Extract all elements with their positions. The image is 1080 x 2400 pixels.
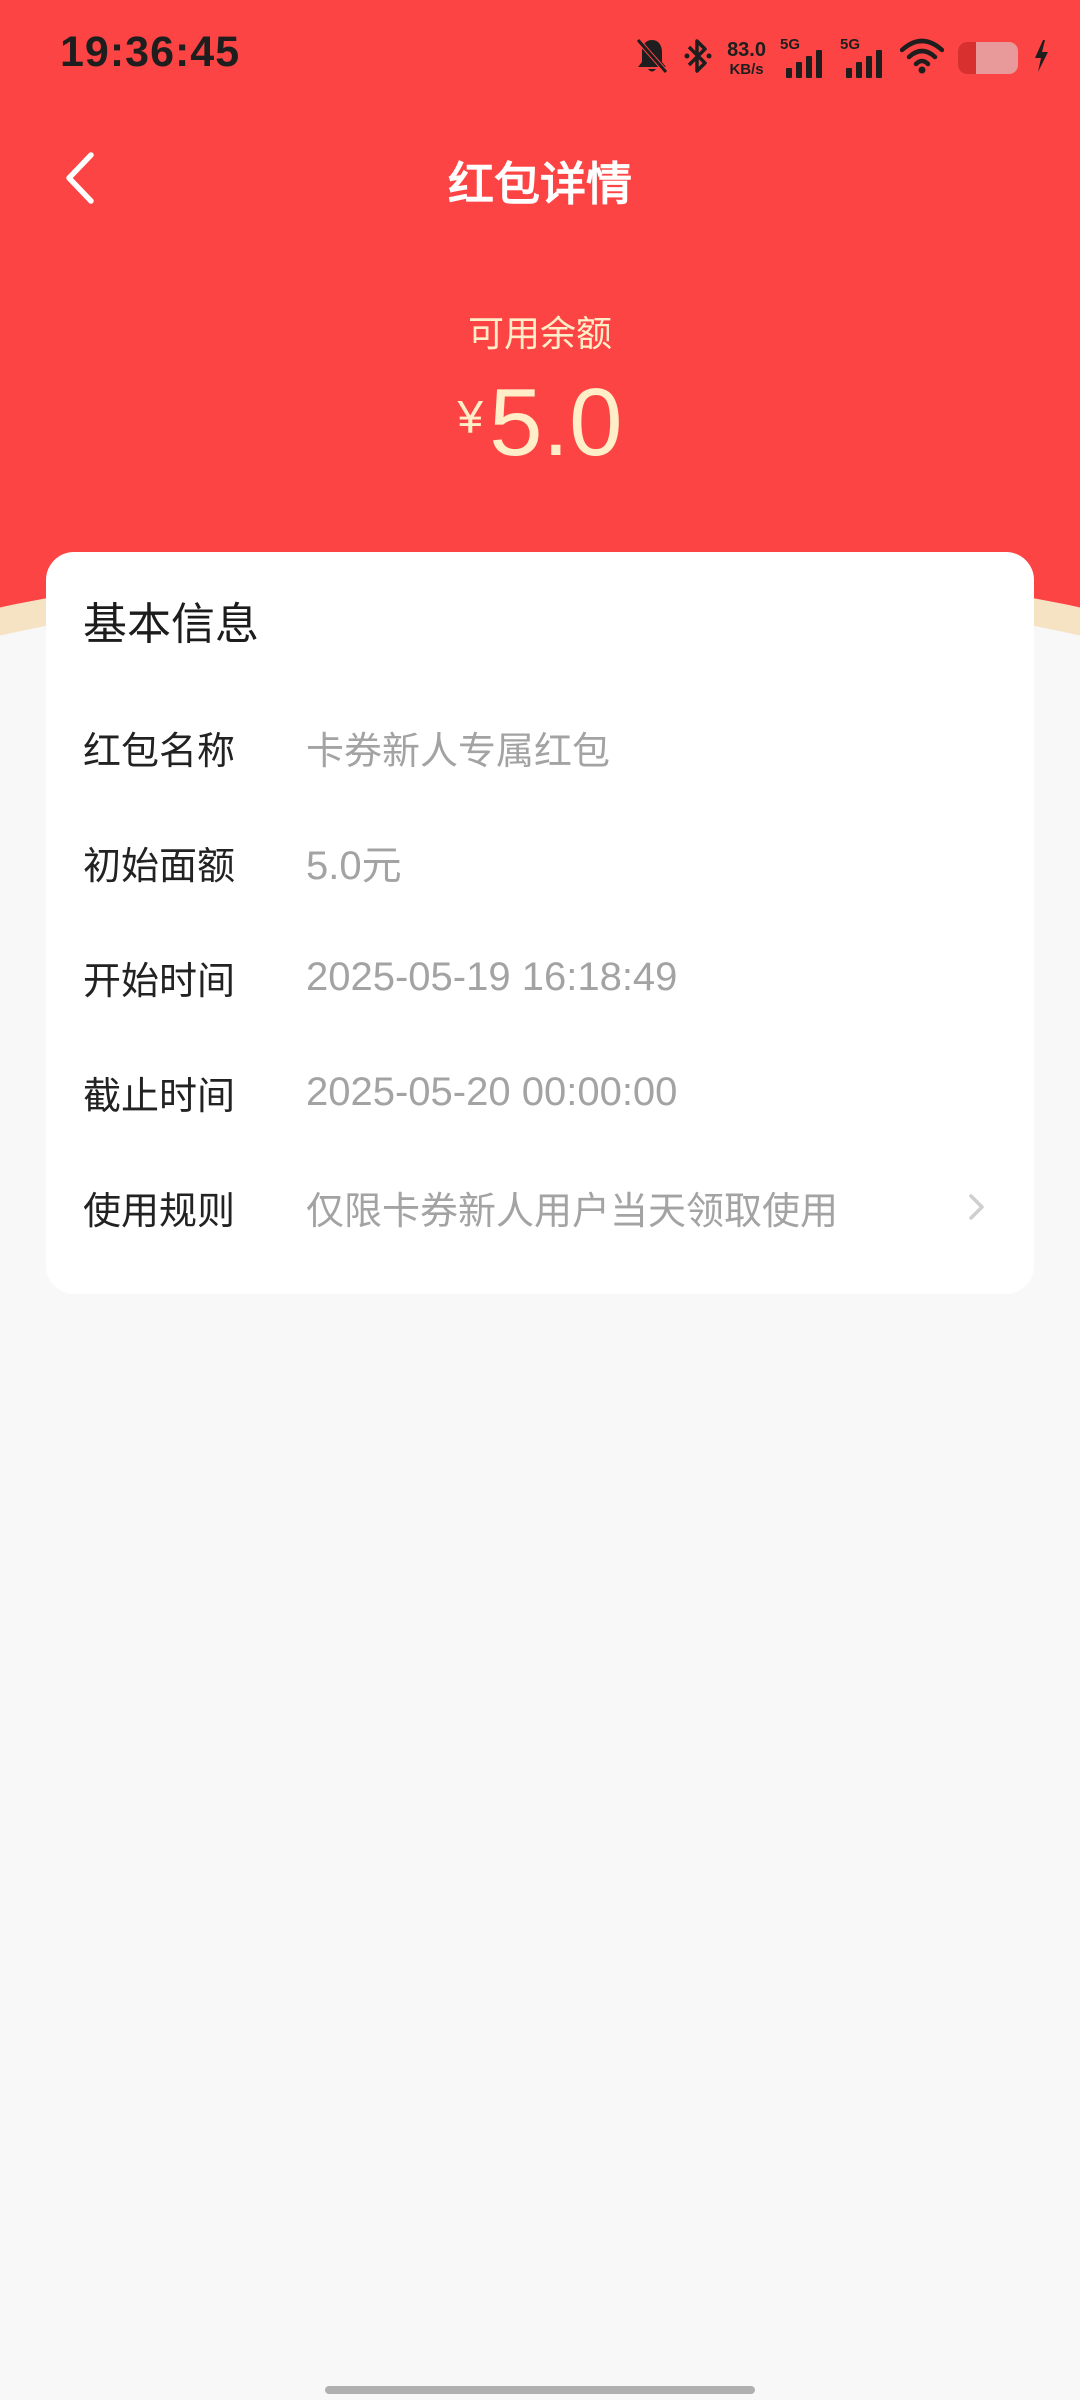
info-value-initial-amount: 5.0元: [306, 844, 402, 888]
info-row-initial-amount: 初始面额 5.0元: [83, 827, 1033, 897]
chevron-right-icon: [961, 1192, 991, 1222]
signal-icon-sim2: 5G: [840, 36, 886, 80]
bell-muted-icon: [635, 36, 669, 80]
network-speed-value: 83.0: [727, 38, 766, 61]
signal-icon-sim1: 5G: [780, 36, 826, 80]
info-label-usage-rules: 使用规则: [83, 1188, 236, 1233]
info-row-name: 红包名称 卡券新人专属红包: [83, 712, 1033, 782]
battery-level: [958, 42, 976, 74]
currency-symbol: ¥: [457, 391, 484, 443]
status-bar: 19:36:45 83.0 KB/s 5G 5G: [0, 0, 1080, 115]
balance-amount: ¥5.0: [0, 375, 1080, 471]
info-row-start-time: 开始时间 2025-05-19 16:18:49: [83, 942, 1033, 1012]
wifi-icon: [899, 38, 945, 78]
network-speed-unit: KB/s: [729, 60, 764, 78]
info-value-start-time: 2025-05-19 16:18:49: [306, 954, 678, 999]
balance-value: 5.0: [489, 369, 623, 476]
basic-info-title: 基本信息: [83, 599, 259, 650]
basic-info-card: 基本信息 红包名称 卡券新人专属红包 初始面额 5.0元 开始时间 2025-0…: [46, 552, 1034, 1294]
battery-icon: [958, 42, 1018, 74]
info-value-end-time: 2025-05-20 00:00:00: [306, 1069, 678, 1114]
home-indicator[interactable]: [325, 2386, 755, 2394]
info-label-end-time: 截止时间: [83, 1073, 236, 1118]
info-value-name: 卡券新人专属红包: [306, 728, 611, 773]
info-row-usage-rules[interactable]: 使用规则 仅限卡券新人用户当天领取使用: [83, 1172, 1033, 1242]
status-icons: 83.0 KB/s 5G 5G: [635, 30, 1050, 86]
info-label-initial-amount: 初始面额: [83, 843, 236, 888]
info-label-name: 红包名称: [83, 728, 236, 773]
page-title: 红包详情: [448, 157, 632, 211]
charging-icon: [1032, 38, 1050, 78]
network-speed: 83.0 KB/s: [727, 40, 766, 77]
red-packet-detail-page: 19:36:45 83.0 KB/s 5G 5G 红包详情 可用余额 ¥5.0 …: [0, 0, 1080, 2400]
info-value-usage-rules: 仅限卡券新人用户当天领取使用: [306, 1188, 839, 1233]
status-time: 19:36:45: [60, 28, 241, 76]
info-row-end-time: 截止时间 2025-05-20 00:00:00: [83, 1057, 1033, 1127]
info-label-start-time: 开始时间: [83, 958, 236, 1003]
balance-label: 可用余额: [467, 314, 612, 355]
bluetooth-icon: [683, 36, 713, 80]
